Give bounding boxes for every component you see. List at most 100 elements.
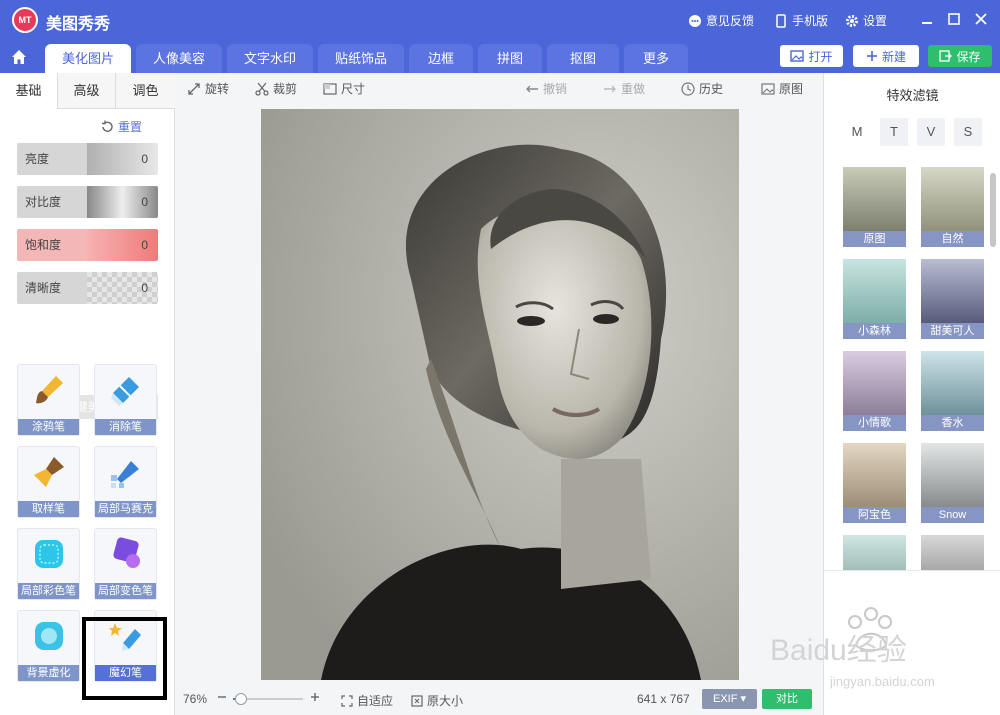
filter-sweet[interactable]: 甜美可人 bbox=[921, 259, 984, 339]
scissors-icon bbox=[255, 82, 269, 96]
undo-button[interactable]: 撤销 bbox=[525, 80, 567, 97]
tab-beautify[interactable]: 美化图片 bbox=[45, 44, 131, 73]
portrait-photo[interactable] bbox=[261, 109, 739, 680]
tool-label: 背景虚化 bbox=[18, 665, 79, 681]
filter-tab-s[interactable]: S bbox=[954, 118, 982, 146]
app-logo: MT bbox=[12, 7, 38, 33]
settings-label: 设置 bbox=[863, 14, 888, 28]
mobile-button[interactable]: 手机版 bbox=[774, 12, 828, 29]
tab-frame[interactable]: 边框 bbox=[409, 44, 473, 73]
filter-next-1[interactable] bbox=[843, 535, 906, 570]
tool-recolor-pen[interactable]: 局部变色笔 bbox=[94, 528, 157, 600]
fit-button[interactable]: 自适应 bbox=[341, 692, 393, 709]
minimize-button[interactable] bbox=[916, 8, 938, 30]
filter-snow[interactable]: Snow bbox=[921, 443, 984, 523]
actual-size-button[interactable]: 原大小 bbox=[411, 692, 463, 709]
filter-tab-t[interactable]: T bbox=[880, 118, 908, 146]
gear-icon bbox=[846, 14, 858, 27]
open-button[interactable]: 打开 bbox=[780, 45, 843, 67]
actual-size-icon bbox=[411, 694, 423, 707]
filter-forest[interactable]: 小森林 bbox=[843, 259, 906, 339]
redo-label: 重做 bbox=[621, 82, 646, 96]
close-button[interactable] bbox=[970, 8, 992, 30]
redo-icon bbox=[604, 85, 616, 92]
zoom-out-button[interactable] bbox=[217, 692, 227, 702]
tab-more[interactable]: 更多 bbox=[624, 44, 688, 73]
tool-color-pen[interactable]: 局部彩色笔 bbox=[17, 528, 80, 600]
filter-original[interactable]: 原图 bbox=[843, 167, 906, 247]
tab-collage[interactable]: 拼图 bbox=[478, 44, 542, 73]
crop-button[interactable]: 裁剪 bbox=[255, 80, 297, 97]
clock-icon bbox=[681, 81, 695, 96]
slider-label: 饱和度 bbox=[17, 229, 87, 261]
saturation-slider[interactable]: 饱和度 0 bbox=[17, 229, 158, 261]
zoom-in-button[interactable] bbox=[310, 692, 320, 702]
settings-button[interactable]: 设置 bbox=[845, 12, 887, 29]
feedback-button[interactable]: 意见反馈 bbox=[688, 12, 754, 29]
chat-icon bbox=[689, 14, 701, 27]
rotate-icon bbox=[188, 82, 200, 95]
exif-button[interactable]: EXIF ▾ bbox=[702, 689, 757, 709]
watermark-brand: Baidu经验 bbox=[770, 634, 907, 667]
original-label: 原图 bbox=[779, 82, 804, 96]
tool-sample-pen[interactable]: 取样笔 bbox=[17, 446, 80, 518]
tool-mosaic[interactable]: 局部马赛克 bbox=[94, 446, 157, 518]
reset-button[interactable]: 重置 bbox=[100, 118, 142, 135]
filter-tab-v[interactable]: V bbox=[917, 118, 945, 146]
export-icon bbox=[939, 50, 953, 62]
filter-tab-m[interactable]: M bbox=[843, 118, 871, 146]
reset-icon bbox=[102, 120, 113, 132]
filter-label: 小森林 bbox=[843, 323, 906, 339]
filter-panel-title: 特效滤镜 bbox=[886, 88, 939, 103]
filter-label: Snow bbox=[921, 507, 984, 523]
filter-love-song[interactable]: 小情歌 bbox=[843, 351, 906, 431]
tool-background-blur[interactable]: 背景虚化 bbox=[17, 610, 80, 682]
filter-scrollbar[interactable] bbox=[990, 173, 996, 247]
brightness-slider[interactable]: 亮度 0 bbox=[17, 143, 158, 175]
brush-icon bbox=[36, 376, 63, 404]
slider-label: 亮度 bbox=[17, 143, 87, 175]
mosaic-pen-icon bbox=[111, 461, 139, 488]
filter-label: 阿宝色 bbox=[843, 507, 906, 523]
zoom-slider-thumb[interactable] bbox=[235, 693, 248, 705]
maximize-button[interactable] bbox=[943, 8, 965, 30]
exif-label: EXIF bbox=[712, 693, 738, 705]
tab-text[interactable]: 文字水印 bbox=[227, 44, 313, 73]
history-button[interactable]: 历史 bbox=[681, 80, 723, 97]
subtab-basic[interactable]: 基础 bbox=[0, 73, 57, 109]
rotate-label: 旋转 bbox=[205, 82, 230, 96]
tab-stickers[interactable]: 贴纸饰品 bbox=[318, 44, 404, 73]
clarity-slider[interactable]: 清晰度 0 bbox=[17, 272, 158, 304]
tab-portrait[interactable]: 人像美容 bbox=[136, 44, 222, 73]
tool-label: 消除笔 bbox=[95, 419, 156, 435]
picture-icon bbox=[761, 82, 775, 95]
filter-abao[interactable]: 阿宝色 bbox=[843, 443, 906, 523]
tool-label: 局部彩色笔 bbox=[18, 583, 79, 599]
redo-button[interactable]: 重做 bbox=[603, 80, 645, 97]
save-label: 保存 bbox=[956, 49, 981, 64]
history-label: 历史 bbox=[699, 82, 724, 96]
filter-next-2[interactable] bbox=[921, 535, 984, 570]
tab-cutout[interactable]: 抠图 bbox=[547, 44, 619, 73]
filter-natural[interactable]: 自然 bbox=[921, 167, 984, 247]
save-button[interactable]: 保存 bbox=[928, 45, 992, 67]
original-button[interactable]: 原图 bbox=[761, 80, 803, 97]
slider-label: 清晰度 bbox=[17, 272, 87, 304]
size-button[interactable]: 尺寸 bbox=[323, 80, 365, 97]
close-icon bbox=[975, 13, 987, 25]
tool-doodle-pen[interactable]: 涂鸦笔 bbox=[17, 364, 80, 436]
home-button[interactable] bbox=[0, 40, 38, 73]
app-title: 美图秀秀 bbox=[46, 16, 111, 33]
tool-eraser-pen[interactable]: 消除笔 bbox=[94, 364, 157, 436]
main-tab-bar: 美化图片 人像美容 文字水印 贴纸饰品 边框 拼图 抠图 更多 打开 新建 保存 bbox=[0, 40, 1000, 73]
contrast-slider[interactable]: 对比度 0 bbox=[17, 186, 158, 218]
filter-perfume[interactable]: 香水 bbox=[921, 351, 984, 431]
watermark-url: jingyan.baidu.com bbox=[829, 674, 935, 689]
undo-icon bbox=[526, 85, 538, 92]
new-button[interactable]: 新建 bbox=[853, 45, 919, 67]
subtab-advanced[interactable]: 高级 bbox=[57, 73, 116, 109]
zoom-slider[interactable] bbox=[233, 693, 303, 705]
edit-toolbar: 旋转 裁剪 尺寸 撤销 重做 历史 原图 bbox=[175, 73, 823, 103]
rotate-button[interactable]: 旋转 bbox=[187, 80, 229, 97]
subtab-color[interactable]: 调色 bbox=[116, 73, 175, 109]
